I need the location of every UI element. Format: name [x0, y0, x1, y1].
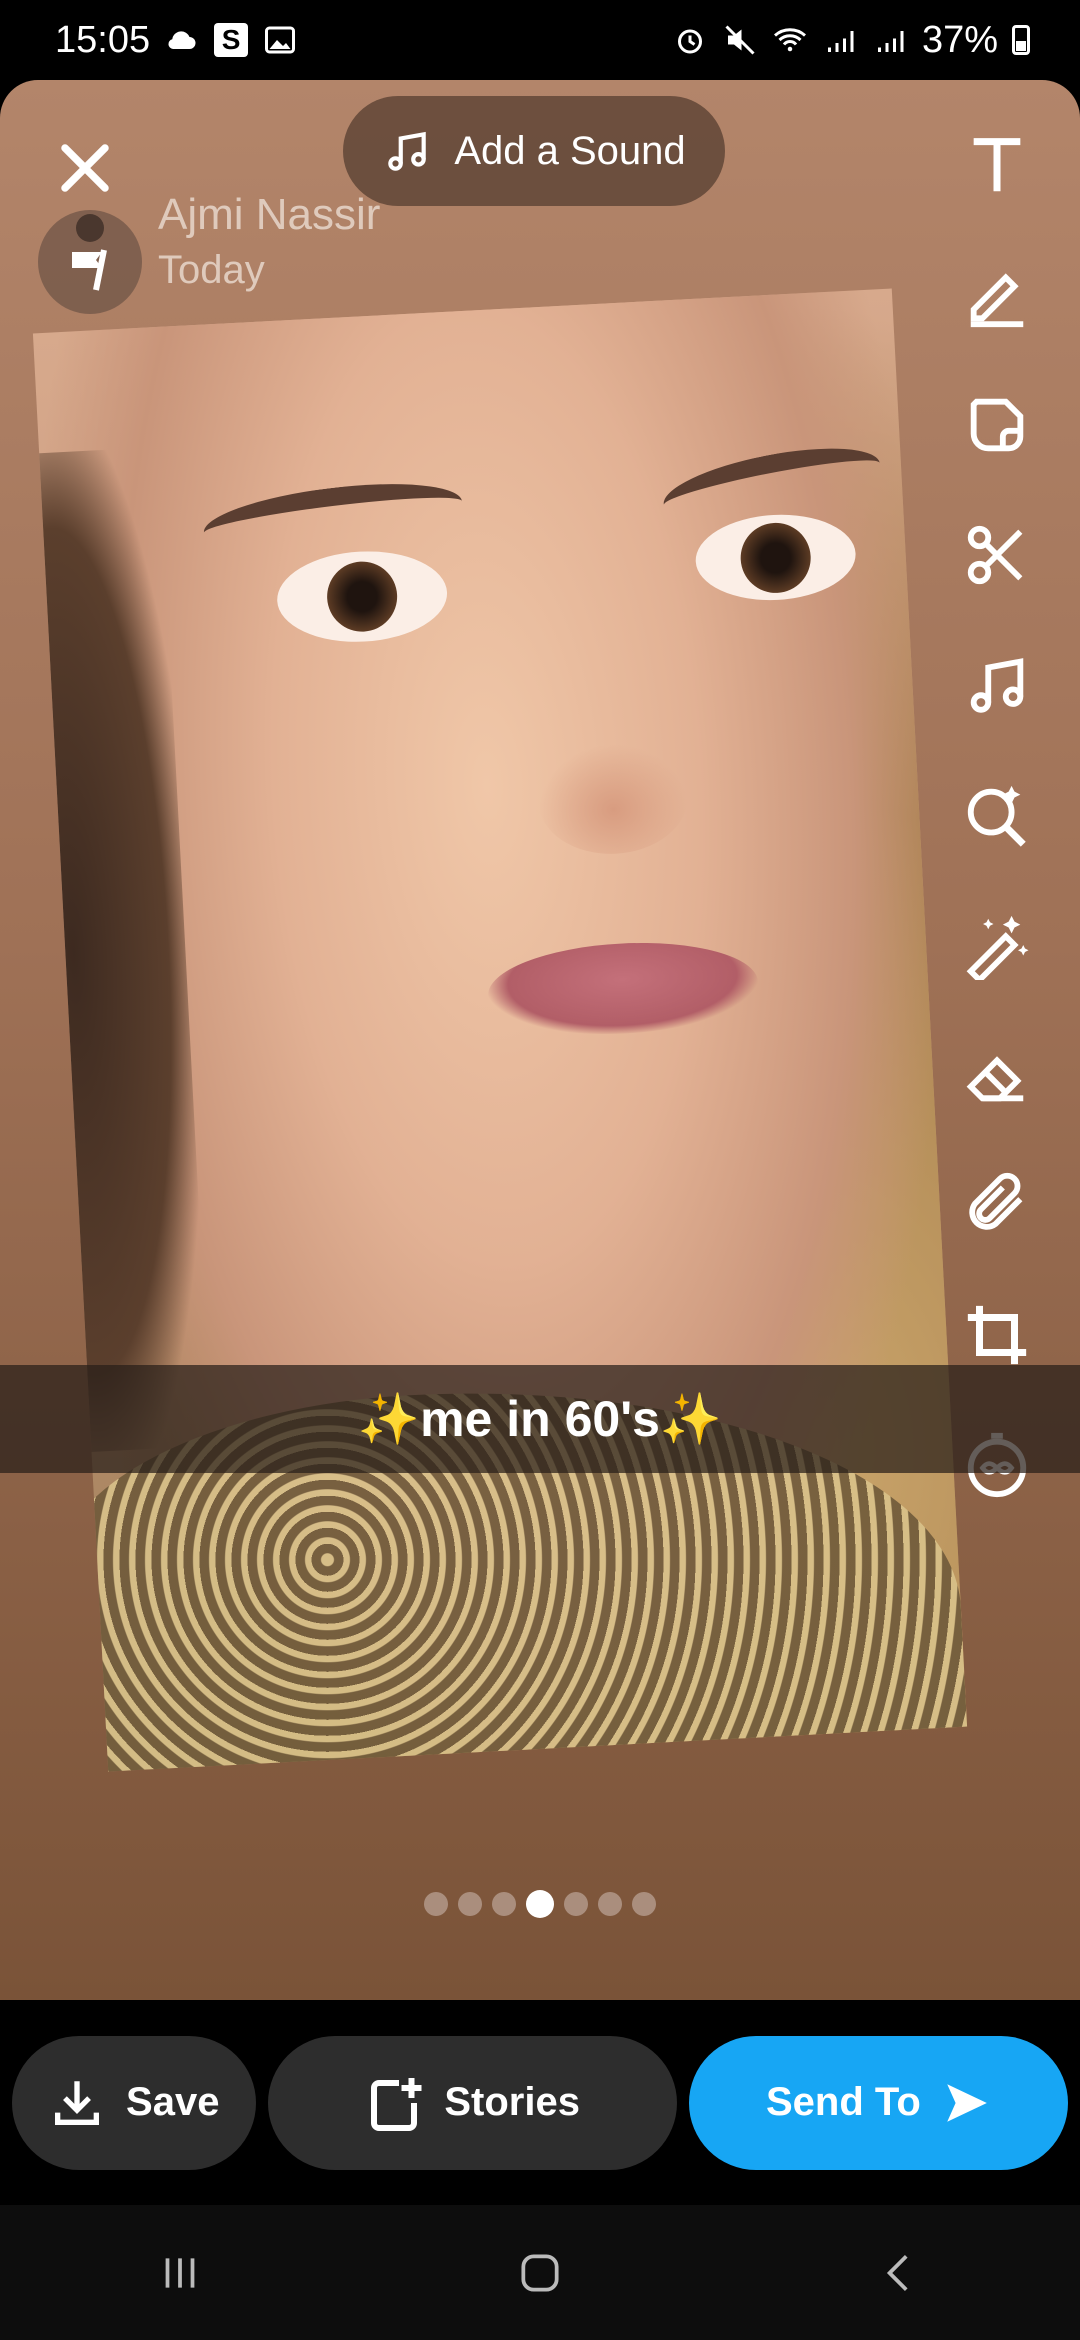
home-icon — [521, 2253, 559, 2292]
send-to-button[interactable]: Send To — [688, 2035, 1068, 2170]
recent-apps-button[interactable] — [140, 2233, 220, 2313]
page-dot — [632, 1892, 656, 1916]
download-icon — [55, 2080, 100, 2125]
avatar[interactable] — [38, 210, 142, 314]
cloud-icon — [168, 31, 196, 49]
add-sound-button[interactable]: Add a Sound — [343, 96, 725, 206]
pencil-icon — [970, 273, 1024, 328]
eraser-icon — [966, 1056, 1024, 1102]
signal-icon — [827, 31, 854, 52]
add-story-icon — [371, 2077, 422, 2131]
crop-icon — [967, 1305, 1027, 1365]
editor-toolbar — [942, 120, 1052, 1550]
save-label: Save — [126, 2080, 220, 2124]
paperclip-icon — [969, 1172, 1023, 1230]
system-nav-bar — [0, 2205, 1080, 2340]
recent-apps-icon — [165, 2257, 195, 2288]
snap-canvas[interactable]: Add a Sound Ajmi Nassir Today ✨me in 60'… — [0, 80, 1080, 2000]
music-note-icon — [388, 131, 427, 171]
magic-wand-tool-button[interactable] — [952, 900, 1042, 990]
battery-percent: 37% — [921, 18, 998, 61]
close-icon[interactable] — [55, 138, 115, 198]
send-arrow-icon — [947, 2083, 987, 2122]
alarm-icon — [677, 29, 702, 54]
scissors-tool-button[interactable] — [952, 510, 1042, 600]
photo-eye — [693, 510, 858, 605]
caption-overlay[interactable]: ✨me in 60's✨ — [0, 1365, 1080, 1473]
snap-photo[interactable] — [32, 288, 968, 1772]
flag-icon — [72, 214, 107, 291]
stories-label: Stories — [444, 2080, 580, 2124]
page-dot — [526, 1890, 554, 1918]
text-tool-button[interactable] — [952, 120, 1042, 210]
status-bar: 15:05 S 37% — [0, 0, 1080, 80]
sticker-icon — [970, 398, 1024, 452]
photo-nose — [535, 739, 691, 858]
author-name: Ajmi Nassir — [158, 190, 381, 239]
music-icon — [970, 658, 1024, 713]
scissors-icon — [967, 525, 1023, 585]
page-dot — [564, 1892, 588, 1916]
text-icon — [973, 138, 1021, 192]
pencil-tool-button[interactable] — [952, 250, 1042, 340]
stories-button[interactable]: Stories — [267, 2035, 677, 2170]
magic-wand-icon — [966, 915, 1029, 980]
photo-eye — [274, 547, 450, 647]
signal-icon — [877, 31, 904, 52]
mute-icon — [725, 25, 755, 55]
lens-search-tool-button[interactable] — [952, 770, 1042, 860]
author-info[interactable]: Ajmi Nassir Today — [38, 190, 380, 314]
clock: 15:05 — [55, 18, 151, 61]
home-button[interactable] — [500, 2233, 580, 2313]
author-date: Today — [158, 248, 265, 292]
save-button[interactable]: Save — [12, 2035, 256, 2170]
back-icon — [886, 2254, 908, 2291]
gallery-icon — [265, 26, 296, 54]
photo-brow — [200, 472, 466, 562]
photo-hair — [32, 447, 212, 1455]
sticker-tool-button[interactable] — [952, 380, 1042, 470]
battery-icon — [1012, 25, 1030, 55]
add-sound-label: Add a Sound — [454, 128, 686, 173]
page-dot — [598, 1892, 622, 1916]
caption-text: ✨me in 60's✨ — [357, 1390, 723, 1447]
page-indicator — [0, 1890, 1080, 1918]
wifi-icon — [773, 28, 806, 52]
back-button[interactable] — [860, 2233, 940, 2313]
page-dot — [492, 1892, 516, 1916]
page-dot — [458, 1892, 482, 1916]
photo-lips — [485, 936, 761, 1041]
lens-search-icon — [967, 785, 1026, 847]
music-tool-button[interactable] — [952, 640, 1042, 730]
eraser-tool-button[interactable] — [952, 1030, 1042, 1120]
s-app-icon: S — [214, 23, 249, 57]
attachment-tool-button[interactable] — [952, 1160, 1042, 1250]
send-label: Send To — [765, 2080, 921, 2124]
action-bar: Save Stories Send To — [0, 2000, 1080, 2205]
page-dot — [424, 1892, 448, 1916]
